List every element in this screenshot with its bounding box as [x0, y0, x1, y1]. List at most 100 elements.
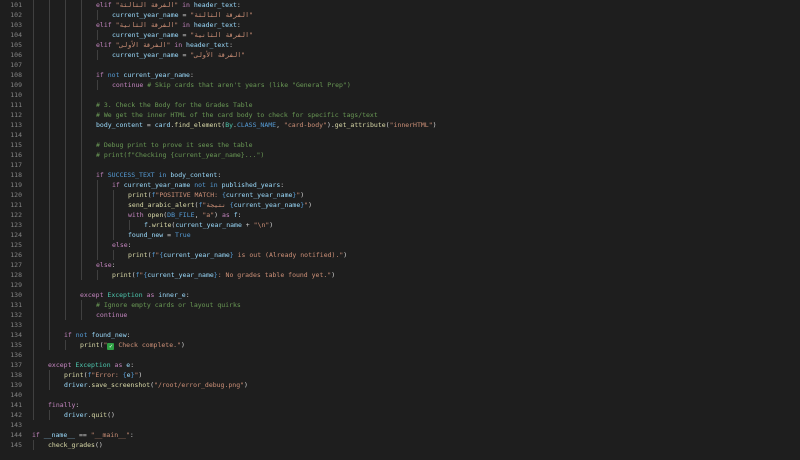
indent-guide [81, 140, 82, 150]
code-line[interactable]: 145 check_grades() [0, 440, 800, 450]
code-line[interactable]: 136 [0, 350, 800, 360]
indent-guide [81, 130, 82, 140]
code-line[interactable]: 138 print(f"Error: {e}") [0, 370, 800, 380]
code-line[interactable]: 124 found_new = True [0, 230, 800, 240]
code-token: found_new [128, 231, 164, 239]
line-number: 136 [10, 351, 22, 359]
code-token: driver [64, 381, 88, 389]
code-line[interactable]: 112 # We get the inner HTML of the card b… [0, 110, 800, 120]
code-line[interactable]: 142 driver.quit() [0, 410, 800, 420]
indent-guide [33, 380, 34, 390]
indent-guide [33, 390, 34, 400]
indent-guide [65, 190, 66, 200]
code-token: elif [96, 1, 116, 9]
code-line[interactable]: 105 elif "الفرقة الأولى" in header_text: [0, 40, 800, 50]
code-line[interactable]: 128 print(f"{current_year_name}: No grade… [0, 270, 800, 280]
indent-guide [49, 50, 50, 60]
line-number: 102 [10, 11, 22, 19]
code-token: # Debug print to prove it sees the table [96, 141, 253, 149]
indent-guide [49, 320, 50, 330]
code-line[interactable]: 120 print(f"POSITIVE MATCH: {current_year… [0, 190, 800, 200]
code-line[interactable]: 119 if current_year_name not in published… [0, 180, 800, 190]
code-text: if not current_year_name: [96, 70, 194, 80]
indent-guide [33, 340, 34, 350]
indent-guide [65, 210, 66, 220]
code-editor[interactable]: 101 elif "الفرقة الثالثة" in header_text:… [0, 0, 800, 460]
code-line[interactable]: 125 else: [0, 240, 800, 250]
indent-guide [33, 120, 34, 130]
indent-guide [81, 180, 82, 190]
indent-guide [113, 230, 114, 240]
line-number: 129 [10, 281, 22, 289]
code-line[interactable]: 116 # print(f"Checking {current_year_name… [0, 150, 800, 160]
code-line[interactable]: 134 if not found_new: [0, 330, 800, 340]
code-line[interactable]: 132 continue [0, 310, 800, 320]
code-line[interactable]: 133 [0, 320, 800, 330]
indent-guide [97, 180, 98, 190]
line-number: 120 [10, 191, 22, 199]
code-token: "card-body" [283, 121, 327, 129]
code-line[interactable]: 139 driver.save_screenshot("/root/error_d… [0, 380, 800, 390]
code-line[interactable]: 118 if SUCCESS_TEXT in body_content: [0, 170, 800, 180]
line-number: 109 [10, 81, 22, 89]
code-line[interactable]: 140 [0, 390, 800, 400]
code-line[interactable]: 144 if __name__ == "__main__": [0, 430, 800, 440]
code-token: () [94, 441, 103, 449]
code-line[interactable]: 117 [0, 160, 800, 170]
code-line[interactable]: 129 [0, 280, 800, 290]
code-text: except Exception as inner_e: [80, 290, 190, 300]
code-line[interactable]: 113 body_content = card.find_element(By.C… [0, 120, 800, 130]
indent-guide [81, 170, 82, 180]
code-token: : [236, 1, 241, 9]
code-text: if SUCCESS_TEXT in body_content: [96, 170, 221, 180]
code-line[interactable]: 110 [0, 90, 800, 100]
indent-guide [33, 320, 34, 330]
indent-guide [49, 0, 50, 10]
code-line[interactable]: 127 else: [0, 260, 800, 270]
indent-guide [49, 150, 50, 160]
code-line[interactable]: 130 except Exception as inner_e: [0, 290, 800, 300]
code-line[interactable]: 114 [0, 130, 800, 140]
code-line[interactable]: 122 with open(DB_FILE, "a") as f: [0, 210, 800, 220]
code-line[interactable]: 104 current_year_name = "الفرقة الثانية" [0, 30, 800, 40]
code-line[interactable]: 143 [0, 420, 800, 430]
code-line[interactable]: 102 current_year_name = "الفرقة الثالثة" [0, 10, 800, 20]
indent-guide [33, 300, 34, 310]
indent-guide [81, 30, 82, 40]
code-line[interactable]: 135 print(" ✓ Check complete.") [0, 340, 800, 350]
code-line[interactable]: 137 except Exception as e: [0, 360, 800, 370]
code-token: # Skip cards that aren't years (like "Ge… [147, 81, 351, 89]
indent-guide [113, 250, 114, 260]
code-line[interactable]: 131 # Ignore empty cards or layout quirks [0, 300, 800, 310]
indent-guide [65, 180, 66, 190]
indent-guide [33, 350, 34, 360]
code-token: in [178, 1, 194, 9]
code-line[interactable]: 115 # Debug print to prove it sees the ta… [0, 140, 800, 150]
code-text: else: [112, 240, 132, 250]
code-token: SUCCESS_TEXT [107, 171, 155, 179]
indent-guide [33, 160, 34, 170]
code-line[interactable]: 126 print(f"{current_year_name} is out (A… [0, 250, 800, 260]
indent-guide [49, 200, 50, 210]
code-token: current_year_name [123, 181, 191, 189]
code-line[interactable]: 107 [0, 60, 800, 70]
code-text: current_year_name = "الفرقة الثانية" [112, 30, 253, 40]
code-line[interactable]: 101 elif "الفرقة الثالثة" in header_text: [0, 0, 800, 10]
code-line[interactable]: 141 finally: [0, 400, 800, 410]
code-line[interactable]: 123 f.write(current_year_name + "\n") [0, 220, 800, 230]
code-line[interactable]: 103 elif "الفرقة الثانية" in header_text: [0, 20, 800, 30]
code-line[interactable]: 121 send_arabic_alert(f"نتيجة {current_ye… [0, 200, 800, 210]
indent-guide [49, 10, 50, 20]
code-text: body_content = card.find_element(By.CLAS… [96, 120, 437, 130]
indent-guide [49, 170, 50, 180]
code-line[interactable]: 106 current_year_name = "الفرقة الأولى" [0, 50, 800, 60]
code-line[interactable]: 111 # 3. Check the Body for the Grades Ta… [0, 100, 800, 110]
line-number: 126 [10, 251, 22, 259]
code-line[interactable]: 109 continue # Skip cards that aren't yea… [0, 80, 800, 90]
code-token: ) [343, 251, 348, 259]
code-line[interactable]: 108 if not current_year_name: [0, 70, 800, 80]
code-token: CLASS_NAME [236, 121, 277, 129]
indent-guide [113, 190, 114, 200]
indent-guide [97, 30, 98, 40]
line-number: 116 [10, 151, 22, 159]
